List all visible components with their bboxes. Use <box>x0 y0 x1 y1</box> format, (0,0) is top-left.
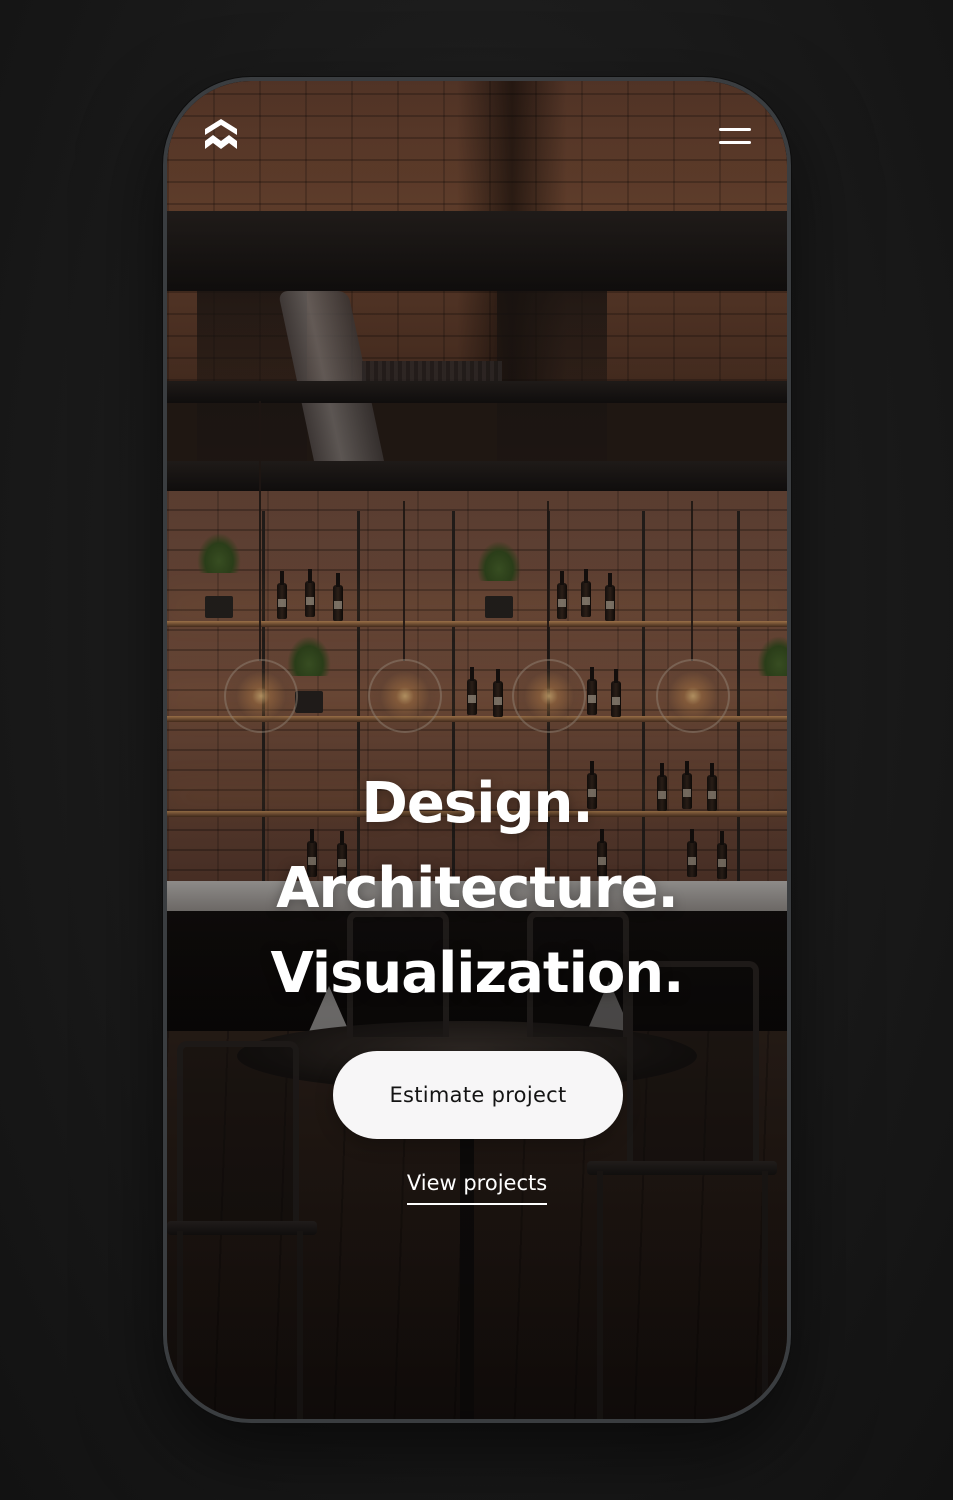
menu-line <box>719 128 751 131</box>
hero-line-visualization: Visualization. <box>270 941 685 1006</box>
view-projects-container: View projects <box>167 1171 787 1205</box>
hamburger-menu-icon[interactable] <box>717 125 753 147</box>
view-projects-link[interactable]: View projects <box>406 1171 548 1205</box>
phone-screen: Design. Architecture. Visualization. Est… <box>167 81 787 1419</box>
estimate-project-button[interactable]: Estimate project <box>333 1051 623 1139</box>
hero-line-design: Design. <box>361 771 593 836</box>
dark-overlay <box>167 81 787 1419</box>
hero-line-architecture: Architecture. <box>276 856 679 921</box>
house-roof-logo-icon[interactable] <box>201 115 241 159</box>
menu-line <box>719 141 751 144</box>
hero-headline: Design. Architecture. Visualization. <box>167 761 787 1016</box>
hero-background-image <box>167 81 787 1419</box>
phone-frame: Design. Architecture. Visualization. Est… <box>163 77 791 1423</box>
